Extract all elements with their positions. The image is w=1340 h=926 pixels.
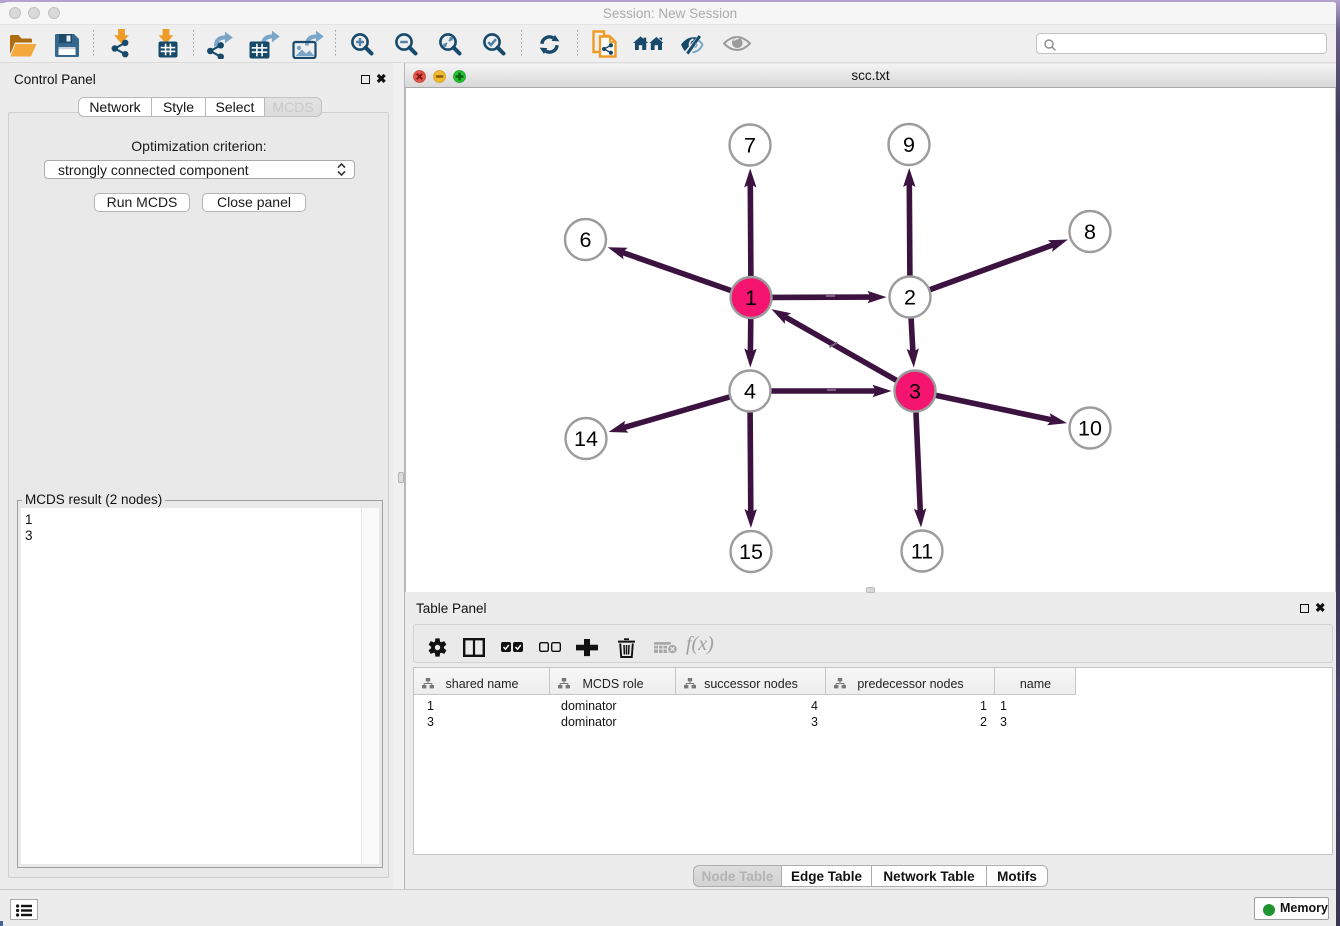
svg-text:4: 4	[744, 380, 756, 404]
svg-text:15: 15	[739, 540, 763, 564]
svg-text:2: 2	[904, 286, 916, 310]
svg-text:3: 3	[909, 380, 921, 404]
svg-text:6: 6	[580, 228, 592, 252]
svg-text:14: 14	[574, 427, 598, 451]
svg-text:11: 11	[911, 540, 933, 564]
svg-text:9: 9	[903, 133, 915, 157]
svg-text:7: 7	[744, 134, 756, 158]
svg-text:10: 10	[1078, 417, 1102, 441]
svg-text:1: 1	[745, 286, 757, 310]
svg-text:8: 8	[1084, 220, 1096, 244]
